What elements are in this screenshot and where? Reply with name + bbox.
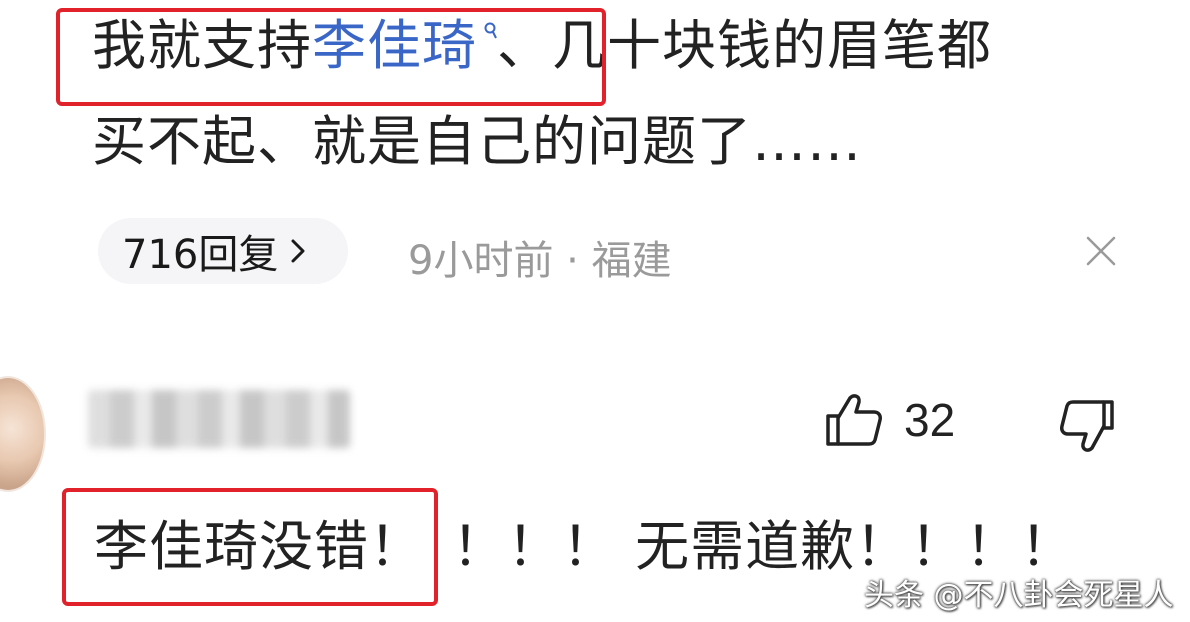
- replies-button[interactable]: 716回复: [98, 218, 348, 284]
- comment1-line2: 买不起、就是自己的问题了……: [92, 110, 862, 173]
- comment1-location: 福建: [591, 238, 672, 284]
- watermark: 头条 @不八卦会死星人: [864, 578, 1174, 613]
- comment1-time: 9小时前: [408, 238, 554, 284]
- thumbs-down-icon[interactable]: [1058, 398, 1116, 454]
- like-count: 32: [904, 394, 956, 446]
- username-blurred[interactable]: [88, 390, 350, 448]
- chevron-right-icon: [291, 239, 305, 263]
- meta-separator: ·: [553, 238, 592, 284]
- replies-label[interactable]: 716回复: [122, 222, 278, 280]
- avatar[interactable]: [0, 376, 46, 492]
- close-icon[interactable]: [1082, 232, 1120, 270]
- thumbs-up-icon[interactable]: [824, 392, 884, 448]
- comment1-meta: 9小时前 · 福建: [408, 228, 672, 286]
- highlight-box-keyword: [56, 8, 606, 106]
- highlight-box-comment: [62, 488, 438, 606]
